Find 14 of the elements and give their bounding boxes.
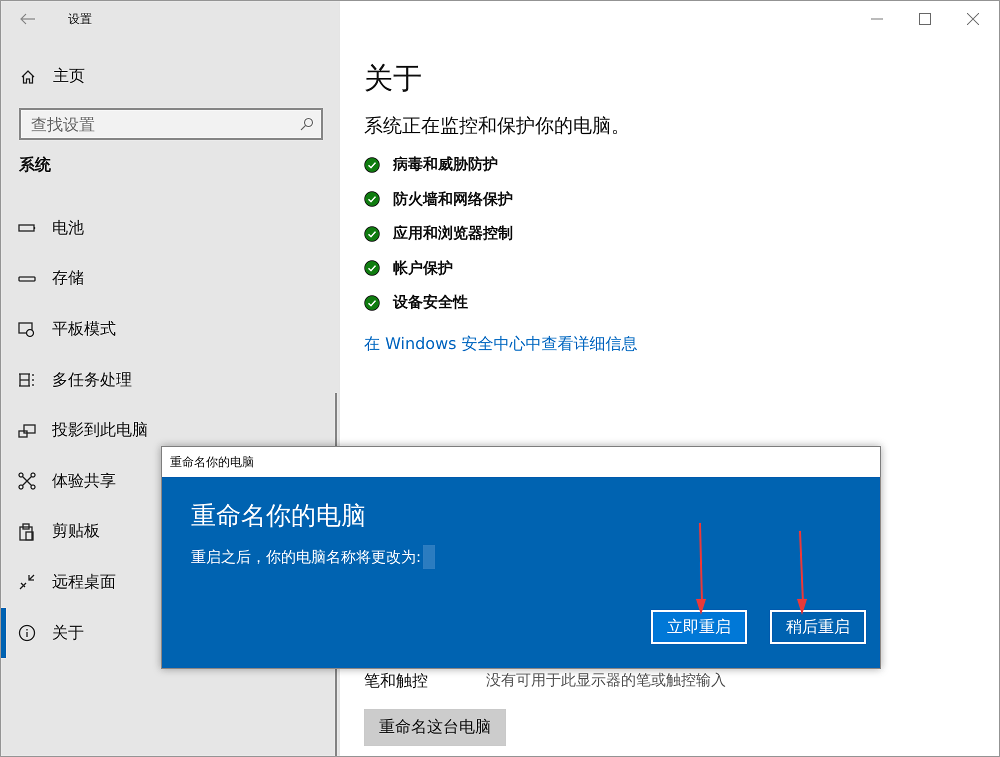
dialog-heading: 重命名你的电脑 [191,500,367,532]
protection-label: 病毒和威胁防护 [393,155,498,174]
setting-value: 没有可用于此显示器的笔或触控输入 [486,671,726,691]
window-title: 设置 [68,10,92,28]
section-heading: 系统 [19,155,52,176]
protection-label: 帐户保护 [393,258,453,278]
dialog-message: 重启之后，你的电脑名称将更改为: [191,548,422,566]
dialog-title: 重命名你的电脑 [162,447,880,477]
status-text: 系统正在监控和保护你的电脑。 [364,114,631,139]
page-title: 关于 [364,60,423,97]
setting-label: 笔和触控 [364,671,429,692]
protection-label: 防火墙和网络保护 [393,190,513,208]
protection-label: 应用和浏览器控制 [393,224,513,243]
protection-label: 设备安全性 [393,293,468,312]
